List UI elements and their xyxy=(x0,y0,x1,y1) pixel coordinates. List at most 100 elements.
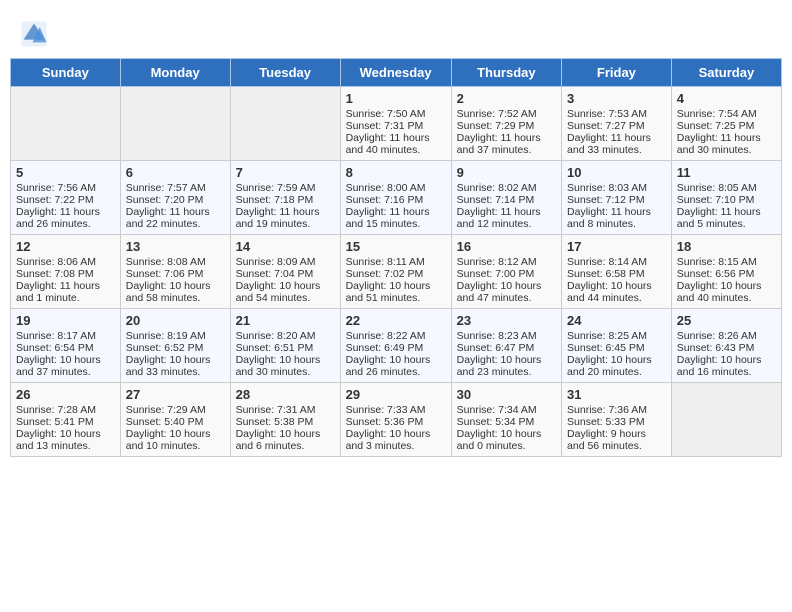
calendar-cell xyxy=(11,87,121,161)
day-info-line: Daylight: 10 hours xyxy=(126,354,225,366)
day-info-line: Daylight: 10 hours xyxy=(346,280,446,292)
calendar-cell xyxy=(230,87,340,161)
day-info-line: Sunset: 6:47 PM xyxy=(457,342,556,354)
day-info-line: Sunrise: 7:59 AM xyxy=(236,182,335,194)
day-number: 14 xyxy=(236,239,335,254)
calendar-cell: 30Sunrise: 7:34 AMSunset: 5:34 PMDayligh… xyxy=(451,383,561,457)
day-info-line: and 30 minutes. xyxy=(236,366,335,378)
day-info-line: and 22 minutes. xyxy=(126,218,225,230)
day-number: 10 xyxy=(567,165,666,180)
day-info-line: Sunrise: 7:56 AM xyxy=(16,182,115,194)
day-info-line: Daylight: 11 hours xyxy=(677,206,776,218)
day-info-line: Sunrise: 7:53 AM xyxy=(567,108,666,120)
day-info-line: Sunrise: 8:22 AM xyxy=(346,330,446,342)
day-info-line: Daylight: 11 hours xyxy=(16,206,115,218)
day-number: 25 xyxy=(677,313,776,328)
day-info-line: Sunset: 6:43 PM xyxy=(677,342,776,354)
day-info-line: Daylight: 11 hours xyxy=(677,132,776,144)
logo-icon xyxy=(20,20,48,48)
day-info-line: Sunrise: 8:11 AM xyxy=(346,256,446,268)
day-info-line: and 33 minutes. xyxy=(567,144,666,156)
day-info-line: Sunset: 6:54 PM xyxy=(16,342,115,354)
day-info-line: Sunrise: 8:06 AM xyxy=(16,256,115,268)
day-info-line: Daylight: 10 hours xyxy=(16,428,115,440)
weekday-header-friday: Friday xyxy=(562,59,672,87)
calendar-cell: 29Sunrise: 7:33 AMSunset: 5:36 PMDayligh… xyxy=(340,383,451,457)
day-number: 6 xyxy=(126,165,225,180)
calendar-cell: 22Sunrise: 8:22 AMSunset: 6:49 PMDayligh… xyxy=(340,309,451,383)
day-info-line: and 33 minutes. xyxy=(126,366,225,378)
day-info-line: Sunrise: 7:33 AM xyxy=(346,404,446,416)
day-number: 31 xyxy=(567,387,666,402)
day-info-line: Daylight: 10 hours xyxy=(567,280,666,292)
day-info-line: Daylight: 11 hours xyxy=(236,206,335,218)
day-info-line: Sunrise: 8:05 AM xyxy=(677,182,776,194)
day-number: 5 xyxy=(16,165,115,180)
day-info-line: Daylight: 11 hours xyxy=(567,206,666,218)
calendar-week-1: 1Sunrise: 7:50 AMSunset: 7:31 PMDaylight… xyxy=(11,87,782,161)
day-info-line: Sunset: 7:31 PM xyxy=(346,120,446,132)
day-info-line: and 20 minutes. xyxy=(567,366,666,378)
calendar-cell: 7 Sunrise: 7:59 AMSunset: 7:18 PMDaylight… xyxy=(230,161,340,235)
day-number: 16 xyxy=(457,239,556,254)
calendar-cell: 4Sunrise: 7:54 AMSunset: 7:25 PMDaylight… xyxy=(671,87,781,161)
day-number: 29 xyxy=(346,387,446,402)
calendar-cell xyxy=(671,383,781,457)
weekday-header-saturday: Saturday xyxy=(671,59,781,87)
calendar-body: 1Sunrise: 7:50 AMSunset: 7:31 PMDaylight… xyxy=(11,87,782,457)
calendar-week-5: 26Sunrise: 7:28 AMSunset: 5:41 PMDayligh… xyxy=(11,383,782,457)
weekday-header-tuesday: Tuesday xyxy=(230,59,340,87)
day-info-line: Sunset: 6:52 PM xyxy=(126,342,225,354)
day-number: 30 xyxy=(457,387,556,402)
day-info-line: and 40 minutes. xyxy=(346,144,446,156)
calendar-cell: 8Sunrise: 8:00 AMSunset: 7:16 PMDaylight… xyxy=(340,161,451,235)
day-info-line: Sunset: 7:06 PM xyxy=(126,268,225,280)
day-info-line: and 1 minute. xyxy=(16,292,115,304)
day-info-line: Sunrise: 8:25 AM xyxy=(567,330,666,342)
calendar-cell: 17Sunrise: 8:14 AMSunset: 6:58 PMDayligh… xyxy=(562,235,672,309)
day-number: 4 xyxy=(677,91,776,106)
day-info-line: and 56 minutes. xyxy=(567,440,666,452)
day-info-line: Sunset: 5:40 PM xyxy=(126,416,225,428)
day-number: 20 xyxy=(126,313,225,328)
day-info-line: and 6 minutes. xyxy=(236,440,335,452)
day-info-line: Sunrise: 8:00 AM xyxy=(346,182,446,194)
day-info-line: Sunset: 6:45 PM xyxy=(567,342,666,354)
day-info-line: Daylight: 10 hours xyxy=(677,280,776,292)
day-info-line: Daylight: 10 hours xyxy=(567,354,666,366)
calendar-cell: 10Sunrise: 8:03 AMSunset: 7:12 PMDayligh… xyxy=(562,161,672,235)
day-info-line: and 26 minutes. xyxy=(346,366,446,378)
day-number: 2 xyxy=(457,91,556,106)
weekday-header-sunday: Sunday xyxy=(11,59,121,87)
day-info-line: Daylight: 11 hours xyxy=(346,132,446,144)
day-info-line: Sunrise: 7:31 AM xyxy=(236,404,335,416)
calendar-cell xyxy=(120,87,230,161)
day-info-line: Sunset: 7:29 PM xyxy=(457,120,556,132)
day-info-line: Sunset: 7:02 PM xyxy=(346,268,446,280)
day-info-line: Sunset: 5:34 PM xyxy=(457,416,556,428)
calendar-cell: 11Sunrise: 8:05 AMSunset: 7:10 PMDayligh… xyxy=(671,161,781,235)
day-info-line: Sunrise: 8:15 AM xyxy=(677,256,776,268)
calendar-cell: 23Sunrise: 8:23 AMSunset: 6:47 PMDayligh… xyxy=(451,309,561,383)
calendar-header-row: SundayMondayTuesdayWednesdayThursdayFrid… xyxy=(11,59,782,87)
day-info-line: and 15 minutes. xyxy=(346,218,446,230)
day-info-line: Daylight: 10 hours xyxy=(236,280,335,292)
day-number: 19 xyxy=(16,313,115,328)
day-info-line: Sunrise: 7:54 AM xyxy=(677,108,776,120)
day-info-line: and 37 minutes. xyxy=(457,144,556,156)
day-number: 7 xyxy=(236,165,335,180)
day-info-line: Sunrise: 8:26 AM xyxy=(677,330,776,342)
calendar-cell: 19Sunrise: 8:17 AMSunset: 6:54 PMDayligh… xyxy=(11,309,121,383)
calendar-cell: 20Sunrise: 8:19 AMSunset: 6:52 PMDayligh… xyxy=(120,309,230,383)
day-info-line: Sunset: 7:18 PM xyxy=(236,194,335,206)
weekday-header-wednesday: Wednesday xyxy=(340,59,451,87)
day-info-line: Daylight: 10 hours xyxy=(346,428,446,440)
day-info-line: Sunset: 7:20 PM xyxy=(126,194,225,206)
day-info-line: Sunset: 7:14 PM xyxy=(457,194,556,206)
day-number: 11 xyxy=(677,165,776,180)
day-info-line: Daylight: 10 hours xyxy=(126,428,225,440)
day-number: 17 xyxy=(567,239,666,254)
day-info-line: and 44 minutes. xyxy=(567,292,666,304)
calendar-cell: 26Sunrise: 7:28 AMSunset: 5:41 PMDayligh… xyxy=(11,383,121,457)
day-number: 27 xyxy=(126,387,225,402)
